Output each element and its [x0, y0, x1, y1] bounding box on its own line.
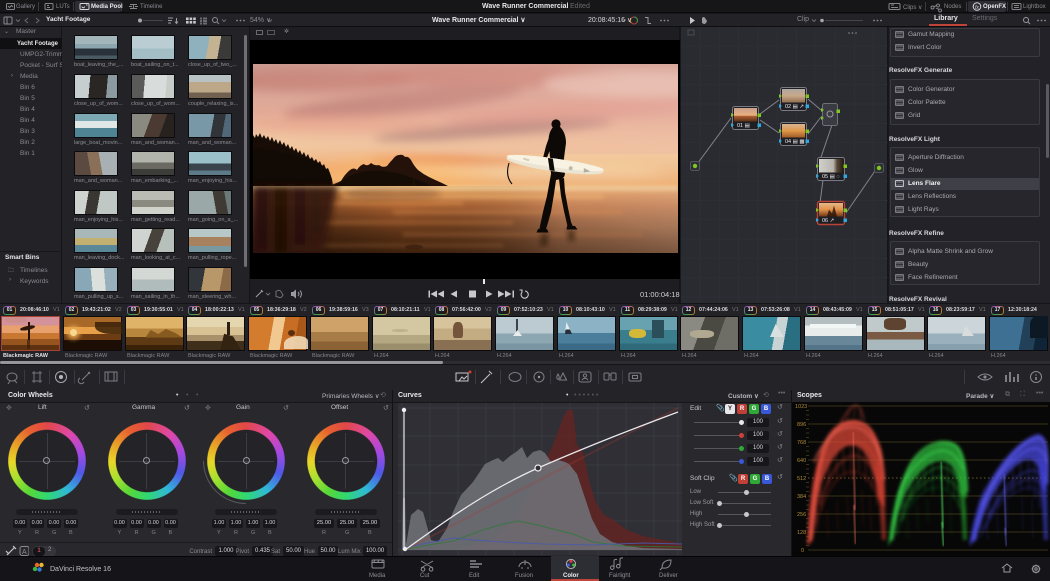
svg-text:Media: Media	[369, 573, 386, 579]
svg-text:Fairlight: Fairlight	[609, 573, 631, 579]
svg-text:DaVinci Resolve 16: DaVinci Resolve 16	[50, 566, 111, 573]
svg-text:640: 640	[797, 458, 806, 464]
svg-text:128: 128	[797, 530, 806, 536]
svg-text:Fusion: Fusion	[515, 573, 533, 579]
svg-text:Cut: Cut	[420, 573, 430, 579]
svg-text:0: 0	[801, 548, 804, 554]
svg-text:256: 256	[797, 512, 806, 518]
svg-text:04 ▤ ▩: 04 ▤ ▩	[785, 139, 805, 145]
svg-text:05 ▤ ◌: 05 ▤ ◌	[822, 174, 840, 180]
svg-text:768: 768	[797, 440, 806, 446]
svg-text:01 ▤: 01 ▤	[737, 123, 751, 129]
svg-text:Color: Color	[563, 573, 579, 579]
svg-text:Edit: Edit	[469, 573, 480, 579]
svg-text:06 ↗: 06 ↗	[822, 218, 835, 224]
svg-text:512: 512	[797, 476, 806, 482]
svg-text:02 ▤ ↗: 02 ▤ ↗	[785, 104, 804, 110]
svg-text:1023: 1023	[795, 404, 807, 410]
svg-text:384: 384	[797, 494, 806, 500]
svg-text:A: A	[22, 549, 27, 556]
svg-text:fx: fx	[975, 5, 979, 11]
svg-text:896: 896	[797, 422, 806, 428]
svg-text:Deliver: Deliver	[659, 573, 678, 579]
